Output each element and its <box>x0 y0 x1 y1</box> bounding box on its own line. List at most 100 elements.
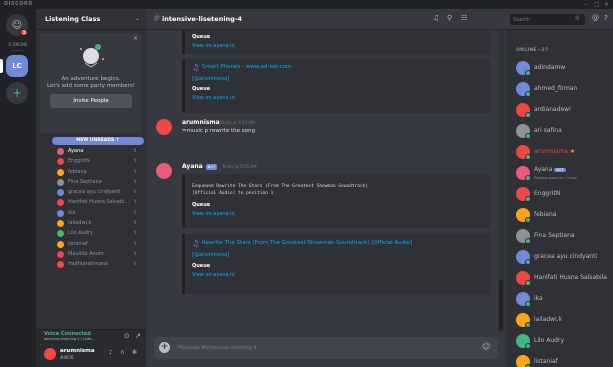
invite-title: An adventure begins. <box>61 76 121 82</box>
view-on-ayana-link[interactable]: View on ayana.io <box>192 272 235 278</box>
embed-requester[interactable]: [@arumnisma] <box>192 252 229 258</box>
member-item[interactable]: Ayana BOT Playing ayana.io | =help <box>506 163 613 184</box>
share-icon[interactable]: ↯ <box>133 251 137 257</box>
channel-member-list: Ayana ↯ EnggritN ↯ febiana ↯ Fina Septiana ↯ gra… <box>36 146 146 270</box>
bell-icon[interactable]: ♫ <box>433 14 439 22</box>
avatar <box>57 189 64 197</box>
view-on-ayana-link[interactable]: View on ayana.io <box>192 211 235 217</box>
list-item[interactable]: listaniaf ↯ <box>36 239 146 249</box>
avatar[interactable] <box>156 119 172 135</box>
list-item[interactable]: Lilo Audry ↯ <box>36 228 146 238</box>
member-list: adindamw ahmed_firman ardianadewi ari safin… <box>506 58 613 367</box>
member-item[interactable]: arumnisma ★ <box>506 142 613 163</box>
microphone-icon[interactable]: ♪ <box>109 349 113 356</box>
list-item[interactable]: EnggritN ↯ <box>36 156 146 166</box>
maximize-button[interactable]: □ <box>594 0 600 9</box>
member-name: ika <box>534 295 543 302</box>
share-icon[interactable]: ↯ <box>133 220 137 226</box>
share-icon[interactable]: ↯ <box>133 230 137 236</box>
list-item[interactable]: Maulida Anum ↯ <box>36 249 146 259</box>
share-icon[interactable]: ↯ <box>133 261 137 267</box>
member-item[interactable]: gracea ayu cindyanti <box>506 247 613 268</box>
member-item[interactable]: Lilo Audry <box>506 331 613 352</box>
member-name: EnggritN <box>68 158 90 165</box>
invite-subtitle: Let's add some party members! <box>46 83 136 89</box>
member-item[interactable]: ari safina <box>506 121 613 142</box>
list-item[interactable]: gracea ayu cindyanti ↯ <box>36 187 146 197</box>
disconnect-icon[interactable]: ↗ <box>135 332 141 340</box>
share-icon[interactable]: ↯ <box>133 199 137 205</box>
close-icon[interactable]: × <box>133 35 138 42</box>
emoji-icon[interactable]: ☺ <box>482 342 490 351</box>
member-name: Lilo Audry <box>68 230 93 237</box>
member-item[interactable]: listaniaf <box>506 352 613 367</box>
list-item[interactable]: lailadwi.k ↯ <box>36 218 146 228</box>
upload-plus-icon[interactable]: + <box>159 342 170 353</box>
headphones-icon[interactable]: ∩ <box>120 349 124 356</box>
share-icon[interactable]: ↯ <box>133 148 137 154</box>
invite-card: × An adventure begins. Let's add some pa… <box>40 33 142 133</box>
member-item[interactable]: EnggritN <box>506 184 613 205</box>
member-name: arumnisma ★ <box>534 148 576 155</box>
scrollbar-thumb[interactable] <box>499 280 503 330</box>
close-window-button[interactable]: ✕ <box>604 0 609 9</box>
channel-sidebar: Listening Class ⌄ × An adventure begins.… <box>36 9 146 367</box>
view-on-ayana-link[interactable]: View on ayana.io <box>192 95 235 101</box>
list-item[interactable]: muthiarahmana ↯ <box>36 259 146 269</box>
share-icon[interactable]: ↯ <box>133 179 137 185</box>
share-icon[interactable]: ↯ <box>133 189 137 195</box>
message-input[interactable] <box>178 342 468 354</box>
embed-track-title[interactable]: Rewrite The Stars (From The Greatest Sho… <box>202 240 412 246</box>
online-status-dot <box>525 259 531 265</box>
embed-track-1: ♫ Smart Phones - www.ad-lab.com [@arumni… <box>182 59 490 113</box>
message-author[interactable]: Ayana <box>182 163 203 170</box>
member-item[interactable]: ika <box>506 289 613 310</box>
new-unreads-bar[interactable]: NEW UNREADS ↑ <box>52 137 144 145</box>
member-item[interactable]: febiana <box>506 205 613 226</box>
pin-icon[interactable]: ⚲ <box>447 14 452 22</box>
channel-title: intensive-lisetening-4 <box>162 15 243 23</box>
list-item[interactable]: febiana ↯ <box>36 167 146 177</box>
embed-track-title[interactable]: Smart Phones - www.ad-lab.com <box>202 64 291 70</box>
list-item[interactable]: ika ↯ <box>36 208 146 218</box>
member-item[interactable]: ahmed_firman <box>506 79 613 100</box>
list-item[interactable]: Hanifati Husna Salsabi... ↯ <box>36 197 146 207</box>
server-separator <box>11 50 25 51</box>
member-item[interactable]: Hanifati Husna Salsabila <box>506 268 613 289</box>
add-server-button[interactable]: + <box>6 82 28 104</box>
message-author[interactable]: arumnisma <box>182 119 220 126</box>
avatar <box>57 261 64 269</box>
help-icon[interactable]: ? <box>604 14 608 22</box>
embed-requester[interactable]: [@arumnisma] <box>192 76 229 82</box>
minimize-button[interactable]: – <box>584 0 587 9</box>
list-item[interactable]: Fina Septiana ↯ <box>36 177 146 187</box>
member-name: ahmed_firman <box>534 85 578 92</box>
signal-icon[interactable]: ⊙ <box>124 332 130 340</box>
member-item[interactable]: ardianadewi <box>506 100 613 121</box>
view-on-ayana-link[interactable]: View on ayana.io <box>192 43 235 49</box>
member-name: febiana <box>68 168 87 175</box>
invite-people-button[interactable]: Invite People <box>50 94 132 108</box>
mention-icon[interactable]: @ <box>592 14 599 22</box>
avatar[interactable] <box>156 163 172 179</box>
member-list-icon[interactable]: ☷ <box>461 14 467 22</box>
search-input[interactable] <box>513 15 571 24</box>
avatar[interactable] <box>44 348 56 360</box>
gear-icon[interactable]: ✻ <box>132 349 137 356</box>
username: arumnisma <box>60 348 95 354</box>
mention-badge: 3 <box>20 29 28 36</box>
member-activity: Playing ayana.io | =help <box>534 176 577 180</box>
search-icon[interactable]: ⚲ <box>575 15 579 22</box>
member-item[interactable]: adindamw <box>506 58 613 79</box>
message-scrollbar[interactable] <box>498 30 504 333</box>
server-listening-class[interactable]: LC <box>6 55 28 77</box>
member-item[interactable]: Fina Septiana <box>506 226 613 247</box>
share-icon[interactable]: ↯ <box>133 169 137 175</box>
list-item[interactable]: Ayana ↯ <box>36 146 146 156</box>
member-item[interactable]: lailadwi.k <box>506 310 613 331</box>
avatar <box>57 199 64 207</box>
share-icon[interactable]: ↯ <box>133 241 137 247</box>
server-header[interactable]: Listening Class ⌄ <box>36 9 146 30</box>
share-icon[interactable]: ↯ <box>133 210 137 216</box>
share-icon[interactable]: ↯ <box>133 158 137 164</box>
